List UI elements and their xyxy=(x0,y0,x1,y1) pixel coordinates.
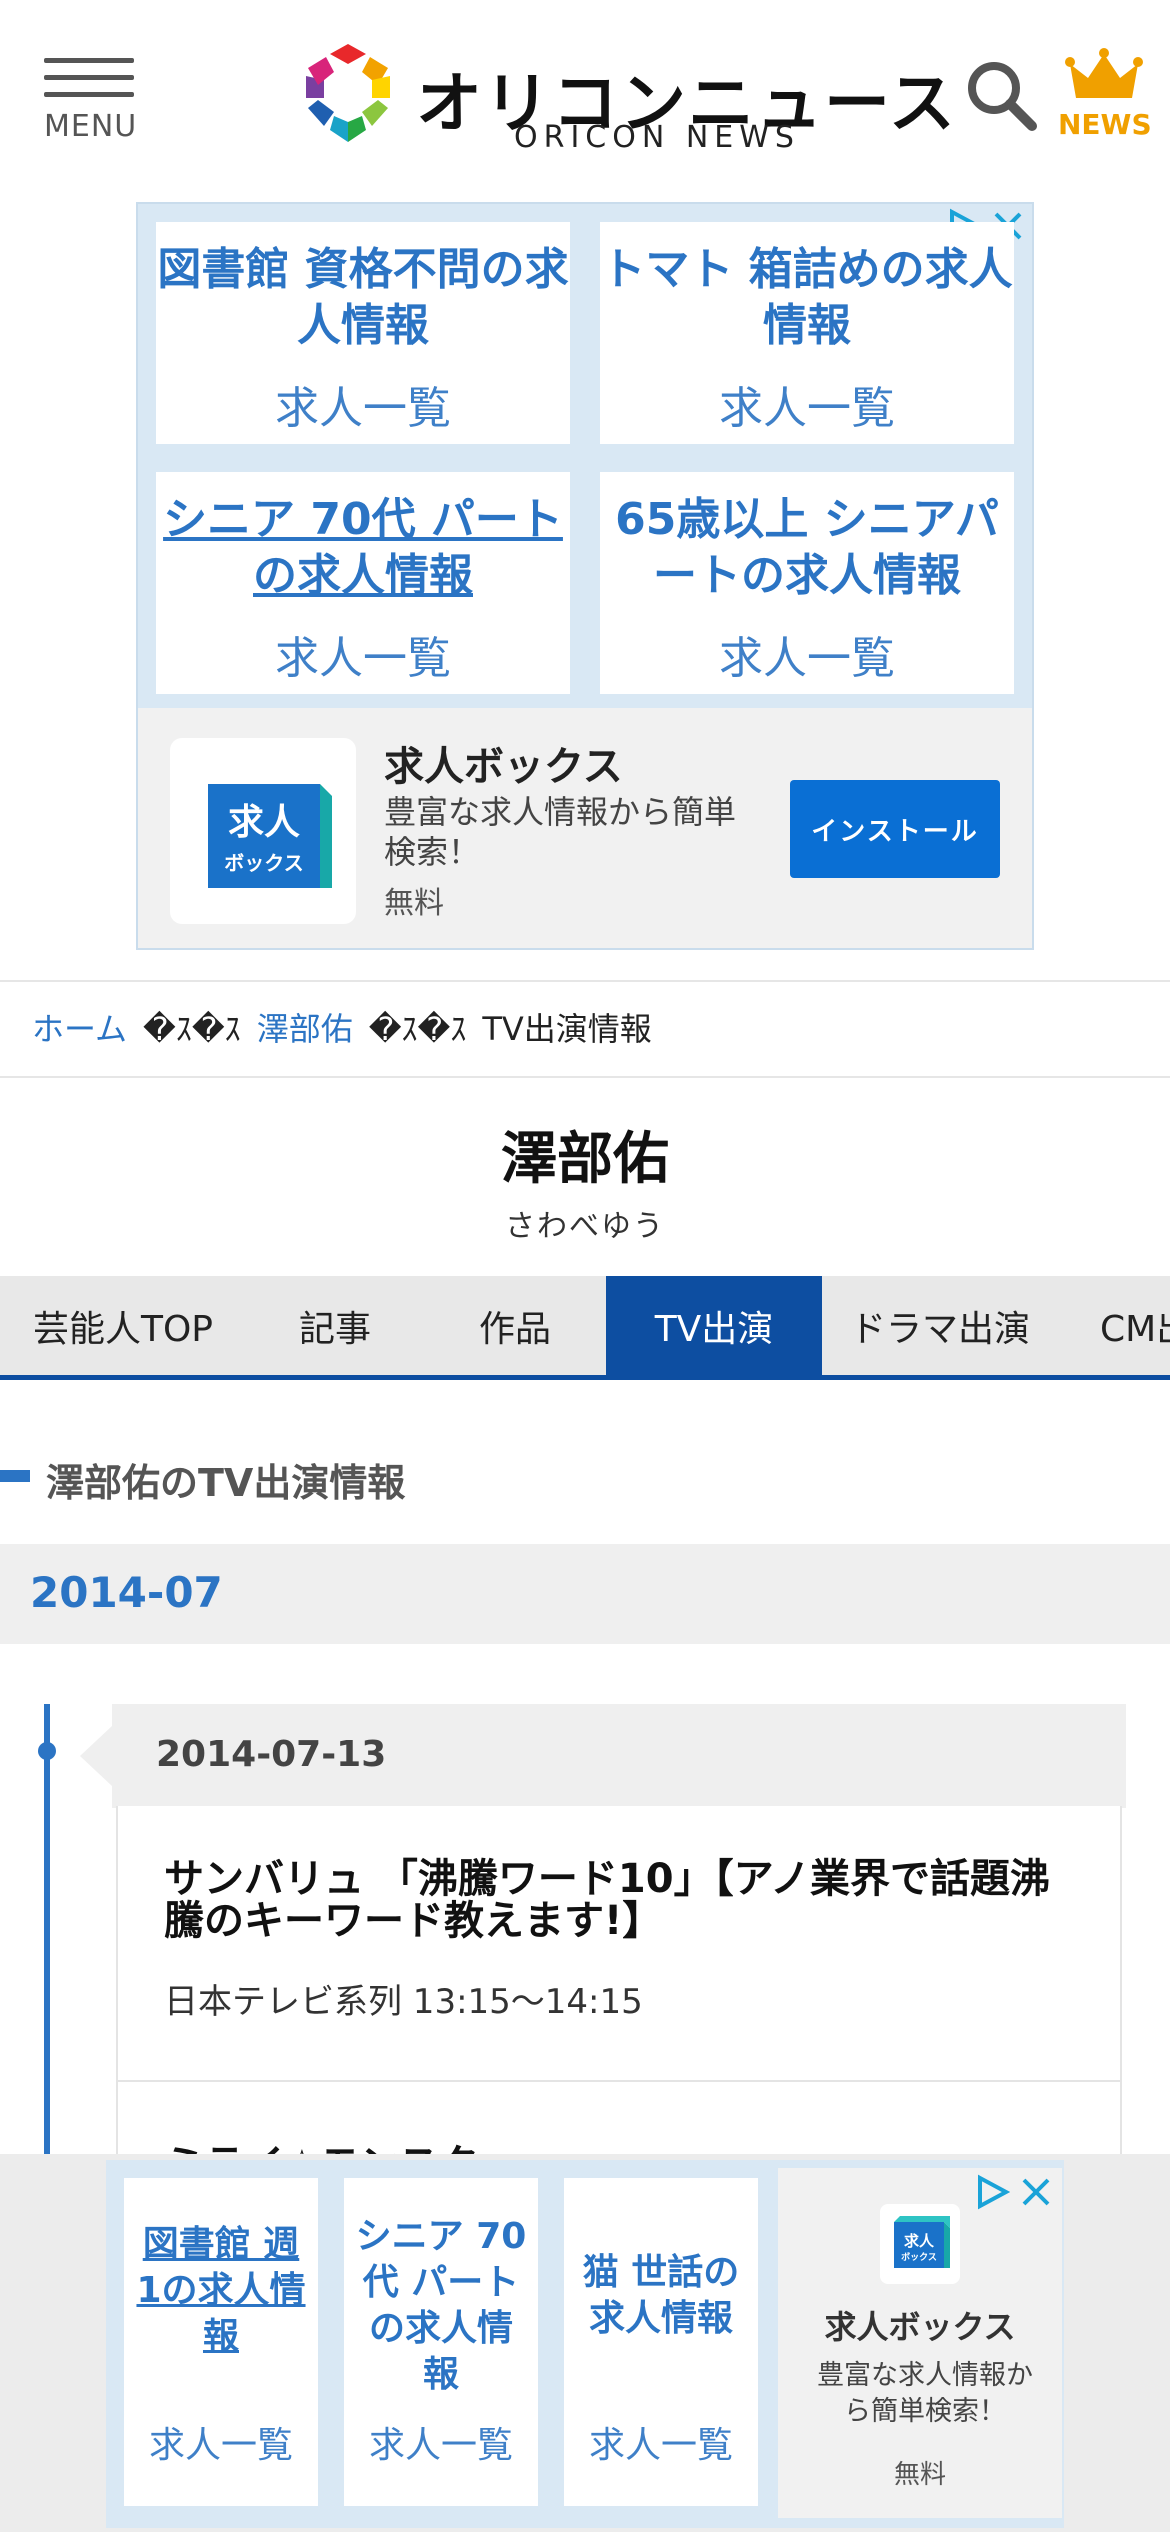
ad-tile-title[interactable]: 図書館 週1の求人情報 xyxy=(124,2222,318,2360)
tab-cm-appearances[interactable]: CM出演 xyxy=(1058,1276,1170,1375)
install-button[interactable]: インストール xyxy=(790,780,1000,878)
menu-label: MENU xyxy=(44,109,138,144)
date-pointer xyxy=(80,1726,112,1786)
breadcrumb: ホーム �ｽ�ｽ 澤部佑 �ｽ�ｽ TV出演情報 xyxy=(32,1004,652,1050)
ad-banner-top: 図書館 資格不問の求人情報 求人一覧 トマト 箱詰めの求人情報 求人一覧 シニア… xyxy=(136,202,1034,950)
program-title: サンバリュ 「沸騰ワード10」【アノ業界で話題沸騰のキーワード教えます!】 xyxy=(164,1856,1050,1944)
heading-accent xyxy=(0,1470,30,1482)
oricon-news-logo[interactable]: オリコンニュース ORICON NEWS xyxy=(296,42,955,155)
breadcrumb-current: TV出演情報 xyxy=(482,1010,652,1048)
app-icon: 求人 ボックス xyxy=(880,2204,960,2284)
breadcrumb-separator: �ｽ�ｽ xyxy=(143,1010,241,1048)
ad-tile-title[interactable]: シニア 70代 パートの求人情報 xyxy=(156,492,570,604)
month-header: 2014-07 xyxy=(0,1544,1170,1644)
ad-tile-link[interactable]: 求人一覧 xyxy=(156,372,570,436)
section-title: 澤部佑のTV出演情報 xyxy=(46,1461,406,1505)
logo-text-en: ORICON NEWS xyxy=(514,120,800,155)
ad-tile-link[interactable]: 求人一覧 xyxy=(564,2416,758,2468)
app-icon-text: 求人 xyxy=(904,2232,935,2250)
hamburger-icon xyxy=(44,58,136,97)
tab-works[interactable]: 作品 xyxy=(424,1276,606,1375)
profile-tabs: 芸能人TOP 記事 作品 TV出演 ドラマ出演 CM出演 xyxy=(0,1276,1170,1380)
ad-tile-link[interactable]: 求人一覧 xyxy=(156,622,570,686)
app-description: 豊富な求人情報から簡単検索！ xyxy=(384,793,737,871)
app-icon-text: 求人 xyxy=(228,802,300,843)
divider xyxy=(0,1076,1170,1078)
ad-tile[interactable]: 65歳以上 シニアパートの求人情報 求人一覧 xyxy=(600,472,1014,694)
date-header: 2014-07-13 xyxy=(112,1704,1126,1808)
ad-tile-title: トマト 箱詰めの求人情報 xyxy=(601,244,1013,351)
ad-tile[interactable]: 図書館 資格不問の求人情報 求人一覧 xyxy=(156,222,570,444)
app-name: 求人ボックス xyxy=(384,744,623,790)
app-icon-subtext: ボックス xyxy=(224,851,303,875)
program-broadcast-info: 日本テレビ系列 13:15〜14:15 xyxy=(164,1982,643,2022)
tab-talent-top[interactable]: 芸能人TOP xyxy=(0,1276,246,1375)
app-price: 無料 xyxy=(893,2460,946,2490)
ad-tile-title: シニア 70代 パートの求人情報 xyxy=(355,2216,527,2395)
breadcrumb-home-link[interactable]: ホーム xyxy=(32,1010,127,1048)
timeline-line xyxy=(44,1704,50,2164)
ad-app-promo[interactable]: 求人 ボックス 求人ボックス 豊富な求人情報から簡単検索！ 無料 インストール xyxy=(138,708,1032,948)
ad-tile[interactable]: 猫 世話の求人情報 求人一覧 xyxy=(564,2178,758,2506)
ranking-news-button[interactable]: NEWS xyxy=(1058,48,1152,148)
close-icon[interactable] xyxy=(1018,2174,1054,2210)
breadcrumb-separator: �ｽ�ｽ xyxy=(368,1010,467,1048)
search-icon xyxy=(968,62,1037,131)
program-card[interactable]: サンバリュ 「沸騰ワード10」【アノ業界で話題沸騰のキーワード教えます!】 日本… xyxy=(116,1806,1122,2082)
menu-button[interactable]: MENU xyxy=(44,58,136,148)
oricon-logo-icon xyxy=(306,44,390,142)
adchoices-icon[interactable] xyxy=(974,2174,1010,2210)
site-header: MENU オリコンニュース ORICON NEWS NEWS xyxy=(0,0,1170,190)
ad-tile-link[interactable]: 求人一覧 xyxy=(600,622,1014,686)
tab-articles[interactable]: 記事 xyxy=(246,1276,424,1375)
tab-tv-appearances[interactable]: TV出演 xyxy=(606,1276,822,1375)
divider xyxy=(0,980,1170,982)
crown-icon xyxy=(1065,48,1143,98)
timeline-dot xyxy=(38,1742,56,1760)
ad-tile[interactable]: シニア 70代 パートの求人情報 求人一覧 xyxy=(344,2178,538,2506)
ad-tile[interactable]: トマト 箱詰めの求人情報 求人一覧 xyxy=(600,222,1014,444)
ad-tile-link[interactable]: 求人一覧 xyxy=(600,372,1014,436)
search-button[interactable] xyxy=(964,58,1040,134)
ad-tile[interactable]: 図書館 週1の求人情報 求人一覧 xyxy=(124,2178,318,2506)
month-label: 2014-07 xyxy=(30,1568,223,1617)
app-icon-subtext: ボックス xyxy=(901,2251,937,2263)
ad-app-promo[interactable]: 求人 ボックス 求人ボックス 豊富な求人情報から簡単検索！ 無料 xyxy=(778,2168,1062,2518)
app-icon: 求人 ボックス xyxy=(170,738,356,924)
ad-tile-title: 猫 世話の求人情報 xyxy=(582,2252,740,2339)
breadcrumb-person-link[interactable]: 澤部佑 xyxy=(257,1010,353,1048)
ad-tile-title: 65歳以上 シニアパートの求人情報 xyxy=(615,494,999,601)
app-price: 無料 xyxy=(384,886,444,921)
ad-tile-link[interactable]: 求人一覧 xyxy=(124,2416,318,2468)
person-name: 澤部佑 xyxy=(501,1127,669,1192)
app-description: 豊富な求人情報から簡単検索！ xyxy=(817,2360,1033,2427)
person-name-kana: さわべゆう xyxy=(505,1209,665,1244)
ad-banner-bottom-content: 図書館 週1の求人情報 求人一覧 シニア 70代 パートの求人情報 求人一覧 猫… xyxy=(106,2160,1064,2528)
ad-tile[interactable]: シニア 70代 パートの求人情報 求人一覧 xyxy=(156,472,570,694)
app-name: 求人ボックス xyxy=(824,2308,1016,2346)
ad-tile-title: 図書館 資格不問の求人情報 xyxy=(157,244,569,351)
date-label: 2014-07-13 xyxy=(156,1734,387,1775)
tab-drama-appearances[interactable]: ドラマ出演 xyxy=(822,1276,1058,1375)
person-header: 澤部佑 さわべゆう xyxy=(0,1114,1170,1245)
ad-tile-link[interactable]: 求人一覧 xyxy=(344,2416,538,2468)
news-label: NEWS xyxy=(1058,108,1152,141)
ad-choices[interactable] xyxy=(974,2174,1054,2210)
